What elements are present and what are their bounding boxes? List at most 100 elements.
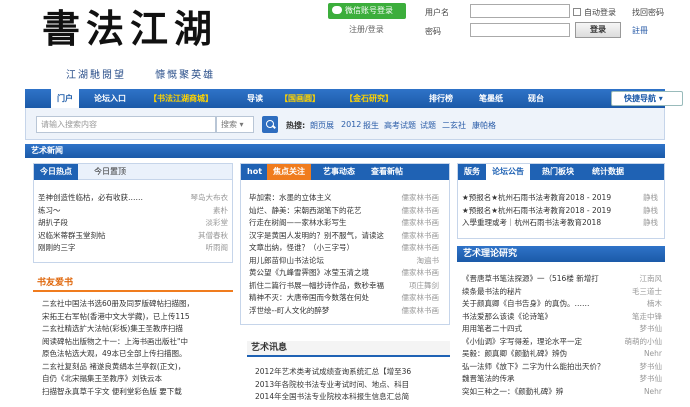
- list-item[interactable]: 精神不灭：大唐帝国而今数落在何处 儒家林书画: [249, 292, 439, 305]
- hot-keyword[interactable]: 康帕格: [472, 120, 496, 131]
- nav-guide[interactable]: 导读: [247, 89, 263, 108]
- list-item[interactable]: 练习～ 素朴: [38, 205, 228, 218]
- list-item-title[interactable]: 宋拓王右军帖(香港中文大学藏)，已上传115: [42, 311, 190, 324]
- list-item-source[interactable]: 毛三道士: [632, 286, 662, 299]
- list-item-source[interactable]: 儒家林书画: [402, 230, 440, 243]
- nav-inkstone[interactable]: 砚台: [528, 89, 544, 108]
- list-item-source[interactable]: 儒家林书画: [402, 267, 440, 280]
- nav-portal[interactable]: 门户: [51, 89, 79, 108]
- list-item-source[interactable]: 项庄舞剑: [409, 280, 439, 293]
- search-input[interactable]: 请输入搜索内容: [36, 116, 216, 133]
- list-item[interactable]: 2012年艺术类考试成绩查询系统汇总【增至36: [255, 366, 448, 379]
- hot-keyword[interactable]: 朗页展: [310, 120, 334, 131]
- list-item[interactable]: 灿烂、静美：宋朝西湖笔下的花艺 儒家林书画: [249, 205, 439, 218]
- list-item-source[interactable]: 江南风: [640, 273, 663, 286]
- list-item-title[interactable]: 用儿郎苗仰山书法论坛: [249, 255, 324, 268]
- list-item[interactable]: 二玄社复刻品 褚遂良黄绢本兰亭叙(正文)，: [42, 361, 234, 374]
- list-item-source[interactable]: 静栈: [643, 217, 658, 230]
- list-item-title[interactable]: 毕加索：水墨的立体主义: [249, 192, 332, 205]
- list-item-title[interactable]: 浮世绘--町人文化的醉梦: [249, 305, 329, 318]
- nav-shop[interactable]: 【书法江湖商城】: [149, 89, 213, 108]
- list-item-title[interactable]: 魏晋笔法的传承: [462, 373, 515, 386]
- list-item-source[interactable]: 儒家林书画: [402, 292, 440, 305]
- list-item-title[interactable]: 圣神创造性临枯，必有收获……: [38, 192, 143, 205]
- list-item-title[interactable]: 突如三种之一：《颜勤礼碑》辨: [462, 386, 563, 399]
- forgot-password-link[interactable]: 找回密码: [632, 7, 664, 18]
- auto-login-checkbox[interactable]: [573, 8, 581, 16]
- list-item[interactable]: 刚刚的三字 听雨阁: [38, 242, 228, 255]
- tab-art-events[interactable]: 艺事动态: [317, 164, 361, 180]
- list-item-title[interactable]: 练习～: [38, 205, 61, 218]
- list-item-title[interactable]: 胡扒子段: [38, 217, 68, 230]
- list-item-source[interactable]: 楠木: [647, 298, 662, 311]
- list-item-source[interactable]: 儒家林书画: [402, 192, 440, 205]
- tab-statistics[interactable]: 统计数据: [586, 164, 630, 180]
- list-item[interactable]: 二玄社精选扩大法帖(彩板)集王圣教序扫描: [42, 323, 234, 336]
- list-item[interactable]: 续条最书法的秘片 毛三道士: [462, 286, 662, 299]
- list-item-title[interactable]: 《小仙调》字写得差，理论水平一定: [462, 336, 582, 349]
- list-item-source[interactable]: 笔走中锋: [632, 311, 662, 324]
- list-item[interactable]: ★预报名★杭州石雨书法考教育2018 - 2019 静栈: [462, 192, 658, 205]
- list-item-title[interactable]: 弘一法师《放下》二字为什么能拍出天价？: [462, 361, 605, 374]
- list-item-title[interactable]: 吴毅：颜真卿《颜勤礼碑》辨伪: [462, 348, 567, 361]
- list-item-title[interactable]: 入學重理或考｜杭州石雨书法考教育2018: [462, 217, 601, 230]
- list-item[interactable]: 关于颜真卿《自书告身》的真伪。…… 楠木: [462, 298, 662, 311]
- list-item[interactable]: 汉字是黄国人发明的？别不服气，请读这 儒家林书画: [249, 230, 439, 243]
- list-item-source[interactable]: 琴岛大布衣: [191, 192, 229, 205]
- list-item[interactable]: 宋拓王右军帖(香港中文大学藏)，已上传115: [42, 311, 234, 324]
- list-item[interactable]: 魏晋笔法的传承 梦书仙: [462, 373, 662, 386]
- list-item-title[interactable]: 二玄社精选扩大法帖(彩板)集王圣教序扫描: [42, 323, 183, 336]
- list-item-source[interactable]: Nehr: [644, 386, 662, 399]
- list-item-title[interactable]: 二玄社中国法书选60册及同罗版碑帖扫描图，: [42, 298, 194, 311]
- list-item[interactable]: 扫描智永真草千字文 便利堂彩色版 要下载: [42, 386, 234, 399]
- tab-new-posts[interactable]: 查看新帖: [365, 164, 409, 180]
- list-item-title[interactable]: 精神不灭：大唐帝国而今数落在何处: [249, 292, 369, 305]
- list-item-title[interactable]: 行走在树阁——家林水彩写生: [249, 217, 347, 230]
- list-item-source[interactable]: 梦书仙: [640, 373, 663, 386]
- hot-keyword[interactable]: 高考试题: [384, 120, 416, 131]
- hot-keyword[interactable]: 试题: [420, 120, 436, 131]
- list-item-source[interactable]: 淡彩堂: [206, 217, 229, 230]
- tab-focus[interactable]: 焦点关注: [267, 164, 311, 180]
- tab-admin[interactable]: 版务: [458, 164, 486, 180]
- list-item-title[interactable]: 2013年各院校书法专业考试时间、地点、科目: [255, 379, 409, 392]
- hot-keyword[interactable]: 二玄社: [442, 120, 466, 131]
- list-item-title[interactable]: 关于颜真卿《自书告身》的真伪。……: [462, 298, 590, 311]
- username-input[interactable]: [470, 4, 570, 18]
- nav-brush-paper[interactable]: 笔墨纸: [479, 89, 503, 108]
- hot-keyword[interactable]: 报生: [363, 120, 379, 131]
- list-item[interactable]: 用用笔者二十四式 梦书仙: [462, 323, 662, 336]
- list-item[interactable]: 弘一法师《放下》二字为什么能拍出天价？ 梦书仙: [462, 361, 662, 374]
- list-item[interactable]: 入學重理或考｜杭州石雨书法考教育2018 静栈: [462, 217, 658, 230]
- quick-nav-button[interactable]: 快捷导航 ▾: [611, 91, 683, 106]
- list-item-source[interactable]: 静栈: [643, 205, 658, 218]
- list-item-title[interactable]: 书法爱那么该读《论诗笔》: [462, 311, 552, 324]
- list-item[interactable]: 二玄社中国法书选60册及同罗版碑帖扫描图，: [42, 298, 234, 311]
- list-item-source[interactable]: 儒家林书画: [402, 205, 440, 218]
- list-item[interactable]: 突如三种之一：《颜勤礼碑》辨 Nehr: [462, 386, 662, 399]
- list-item[interactable]: 2013年各院校书法专业考试时间、地点、科目: [255, 379, 448, 392]
- list-item[interactable]: 用儿郎苗仰山书法论坛 淘遍书: [249, 255, 439, 268]
- list-item-source[interactable]: 淘遍书: [417, 255, 440, 268]
- tab-today-top[interactable]: 今日置顶: [88, 164, 132, 180]
- list-item[interactable]: 2014年全国书法专业院校本科报生信息汇总简: [255, 391, 448, 404]
- list-item-source[interactable]: 素朴: [213, 205, 228, 218]
- list-item[interactable]: 行走在树阁——家林水彩写生 儒家林书画: [249, 217, 439, 230]
- list-item-title[interactable]: 抓住二篇行书展一幅抄诗作品，数秒幸福: [249, 280, 384, 293]
- list-item-source[interactable]: 静栈: [643, 192, 658, 205]
- login-button[interactable]: 登录: [575, 22, 621, 38]
- wechat-login-button[interactable]: 微信账号登录: [328, 3, 406, 19]
- list-item[interactable]: 黄公望《九峰雪霁图》冰莹玉清之境 儒家林书画: [249, 267, 439, 280]
- list-item[interactable]: 自仍《北宋搨集王圣教序》刘铁云本: [42, 373, 234, 386]
- list-item[interactable]: 迟临米蒂群玉堂刻帖 其僧春秋: [38, 230, 228, 243]
- list-item[interactable]: 抓住二篇行书展一幅抄诗作品，数秒幸福 项庄舞剑: [249, 280, 439, 293]
- list-item[interactable]: 阅读碑帖出版物之十一：上海书画出版社"中: [42, 336, 234, 349]
- tab-forum-notice[interactable]: 论坛公告: [486, 164, 530, 180]
- list-item[interactable]: 吴毅：颜真卿《颜勤礼碑》辨伪 Nehr: [462, 348, 662, 361]
- register-link[interactable]: 註冊: [632, 25, 648, 36]
- list-item-source[interactable]: 萌萌的小仙: [625, 336, 663, 349]
- list-item-source[interactable]: 其僧春秋: [198, 230, 228, 243]
- search-icon[interactable]: [262, 116, 278, 133]
- list-item[interactable]: 毕加索：水墨的立体主义 儒家林书画: [249, 192, 439, 205]
- nav-ranking[interactable]: 排行榜: [429, 89, 453, 108]
